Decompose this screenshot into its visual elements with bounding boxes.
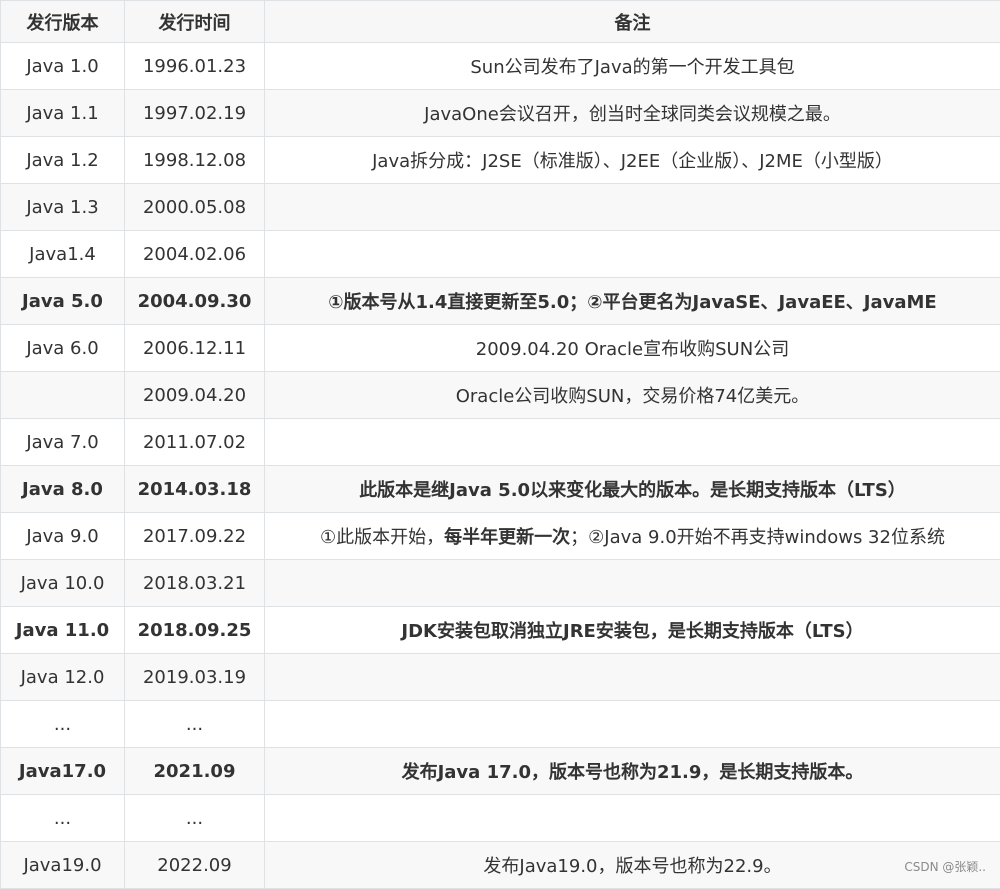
table-row: Java 1.11997.02.19 JavaOne会议召开，创当时全球同类会议规… <box>1 90 1000 137</box>
note-text: 发布Java19.0，版本号也称为22.9。 <box>483 856 781 877</box>
csdn-watermark: CSDN @张颖.. <box>904 858 986 875</box>
note-text: ①版本号从1.4直接更新至5.0；②平台更名为JavaSE、JavaEE、Jav… <box>328 292 936 313</box>
date-cell: 2004.02.06 <box>125 231 265 278</box>
table-row: Java 10.02018.03.21 <box>1 560 1000 607</box>
table-row: Java 7.02011.07.02 <box>1 419 1000 466</box>
version-cell: Java 12.0 <box>1 654 125 701</box>
version-cell: Java 11.0 <box>1 607 125 654</box>
date-cell: ... <box>125 701 265 748</box>
table-row: Java 5.02004.09.30 ①版本号从1.4直接更新至5.0；②平台更名… <box>1 278 1000 325</box>
table-row: Java17.02021.09 发布Java 17.0，版本号也称为21.9，是长… <box>1 748 1000 795</box>
version-cell: Java 7.0 <box>1 419 125 466</box>
note-cell: Java拆分成：J2SE（标准版）、J2EE（企业版）、J2ME（小型版） <box>265 137 1000 184</box>
note-cell: ①版本号从1.4直接更新至5.0；②平台更名为JavaSE、JavaEE、Jav… <box>265 278 1000 325</box>
date-cell: 1998.12.08 <box>125 137 265 184</box>
date-cell: 2014.03.18 <box>125 466 265 513</box>
table-row: Java 8.02014.03.18 此版本是继Java 5.0以来变化最大的版本… <box>1 466 1000 513</box>
date-cell: 2021.09 <box>125 748 265 795</box>
version-cell: Java19.0 <box>1 842 125 889</box>
note-text: Sun公司发布了Java的第一个开发工具包 <box>470 57 794 78</box>
date-cell: 2006.12.11 <box>125 325 265 372</box>
header-date: 发行时间 <box>125 1 265 43</box>
note-text: ①此版本开始， <box>320 527 444 548</box>
version-cell: Java1.4 <box>1 231 125 278</box>
table-header: 发行版本 发行时间 备注 <box>1 1 1000 43</box>
note-cell <box>265 701 1000 748</box>
date-cell: 2004.09.30 <box>125 278 265 325</box>
java-version-table: 发行版本 发行时间 备注 Java 1.01996.01.23 Sun公司发布了J… <box>0 0 1000 889</box>
date-cell: 2000.05.08 <box>125 184 265 231</box>
note-cell <box>265 231 1000 278</box>
table-row: Java 1.21998.12.08 Java拆分成：J2SE（标准版）、J2EE… <box>1 137 1000 184</box>
table-row: Java1.42004.02.06 <box>1 231 1000 278</box>
note-cell: 此版本是继Java 5.0以来变化最大的版本。是长期支持版本（LTS） <box>265 466 1000 513</box>
table-body: Java 1.01996.01.23Sun公司发布了Java的第一个开发工具包J… <box>1 43 1000 889</box>
note-text: 2009.04.20 Oracle宣布收购SUN公司 <box>476 339 789 360</box>
note-cell <box>265 654 1000 701</box>
version-cell: ... <box>1 795 125 842</box>
date-cell: 2009.04.20 <box>125 372 265 419</box>
version-cell: Java 1.1 <box>1 90 125 137</box>
version-cell: Java 1.2 <box>1 137 125 184</box>
note-text: ；②Java 9.0开始不再支持windows 32位系统 <box>570 527 945 548</box>
date-cell: 2022.09 <box>125 842 265 889</box>
table-row: Java 11.02018.09.25 JDK安装包取消独立JRE安装包，是长期支… <box>1 607 1000 654</box>
header-version: 发行版本 <box>1 1 125 43</box>
note-cell: Sun公司发布了Java的第一个开发工具包 <box>265 43 1000 90</box>
version-cell: ... <box>1 701 125 748</box>
date-cell: 2018.09.25 <box>125 607 265 654</box>
note-cell: JavaOne会议召开，创当时全球同类会议规模之最。 <box>265 90 1000 137</box>
note-cell <box>265 419 1000 466</box>
note-text: JDK安装包取消独立JRE安装包，是长期支持版本（LTS） <box>401 621 863 642</box>
table-row: ...... <box>1 795 1000 842</box>
note-text: Java拆分成：J2SE（标准版）、J2EE（企业版）、J2ME（小型版） <box>372 151 893 172</box>
table-row: 2009.04.20 Oracle公司收购SUN，交易价格74亿美元。 <box>1 372 1000 419</box>
header-row: 发行版本 发行时间 备注 <box>1 1 1000 43</box>
note-cell: Oracle公司收购SUN，交易价格74亿美元。 <box>265 372 1000 419</box>
header-note: 备注 <box>265 1 1000 43</box>
note-text: Oracle公司收购SUN，交易价格74亿美元。 <box>456 386 810 407</box>
note-cell: 发布Java19.0，版本号也称为22.9。 <box>265 842 1000 889</box>
table-row: Java 9.02017.09.22①此版本开始，每半年更新一次；②Java 9… <box>1 513 1000 560</box>
date-cell: 2017.09.22 <box>125 513 265 560</box>
table-row: Java19.02022.09 发布Java19.0，版本号也称为22.9。 <box>1 842 1000 889</box>
date-cell: ... <box>125 795 265 842</box>
note-cell: ①此版本开始，每半年更新一次；②Java 9.0开始不再支持windows 32… <box>265 513 1000 560</box>
table-row: Java 1.32000.05.08 <box>1 184 1000 231</box>
version-cell: Java 5.0 <box>1 278 125 325</box>
version-cell: Java 8.0 <box>1 466 125 513</box>
note-text: 此版本是继Java 5.0以来变化最大的版本。是长期支持版本（LTS） <box>359 480 906 501</box>
note-cell: 2009.04.20 Oracle宣布收购SUN公司 <box>265 325 1000 372</box>
date-cell: 2018.03.21 <box>125 560 265 607</box>
note-text: 发布Java 17.0，版本号也称为21.9，是长期支持版本。 <box>402 762 864 783</box>
note-cell <box>265 560 1000 607</box>
version-cell: Java 1.3 <box>1 184 125 231</box>
note-text: 每半年更新一次 <box>444 527 570 548</box>
version-cell: Java 9.0 <box>1 513 125 560</box>
note-cell: 发布Java 17.0，版本号也称为21.9，是长期支持版本。 <box>265 748 1000 795</box>
version-cell: Java 1.0 <box>1 43 125 90</box>
table-row: Java 12.02019.03.19 <box>1 654 1000 701</box>
table-row: Java 1.01996.01.23 Sun公司发布了Java的第一个开发工具包 <box>1 43 1000 90</box>
table-row: Java 6.02006.12.11 2009.04.20 Oracle宣布收购S… <box>1 325 1000 372</box>
version-cell: Java17.0 <box>1 748 125 795</box>
date-cell: 1997.02.19 <box>125 90 265 137</box>
note-cell <box>265 795 1000 842</box>
version-cell: Java 10.0 <box>1 560 125 607</box>
date-cell: 1996.01.23 <box>125 43 265 90</box>
date-cell: 2011.07.02 <box>125 419 265 466</box>
version-cell: Java 6.0 <box>1 325 125 372</box>
note-text: JavaOne会议召开，创当时全球同类会议规模之最。 <box>424 104 841 125</box>
version-cell <box>1 372 125 419</box>
date-cell: 2019.03.19 <box>125 654 265 701</box>
note-cell: JDK安装包取消独立JRE安装包，是长期支持版本（LTS） <box>265 607 1000 654</box>
note-cell <box>265 184 1000 231</box>
table-row: ...... <box>1 701 1000 748</box>
